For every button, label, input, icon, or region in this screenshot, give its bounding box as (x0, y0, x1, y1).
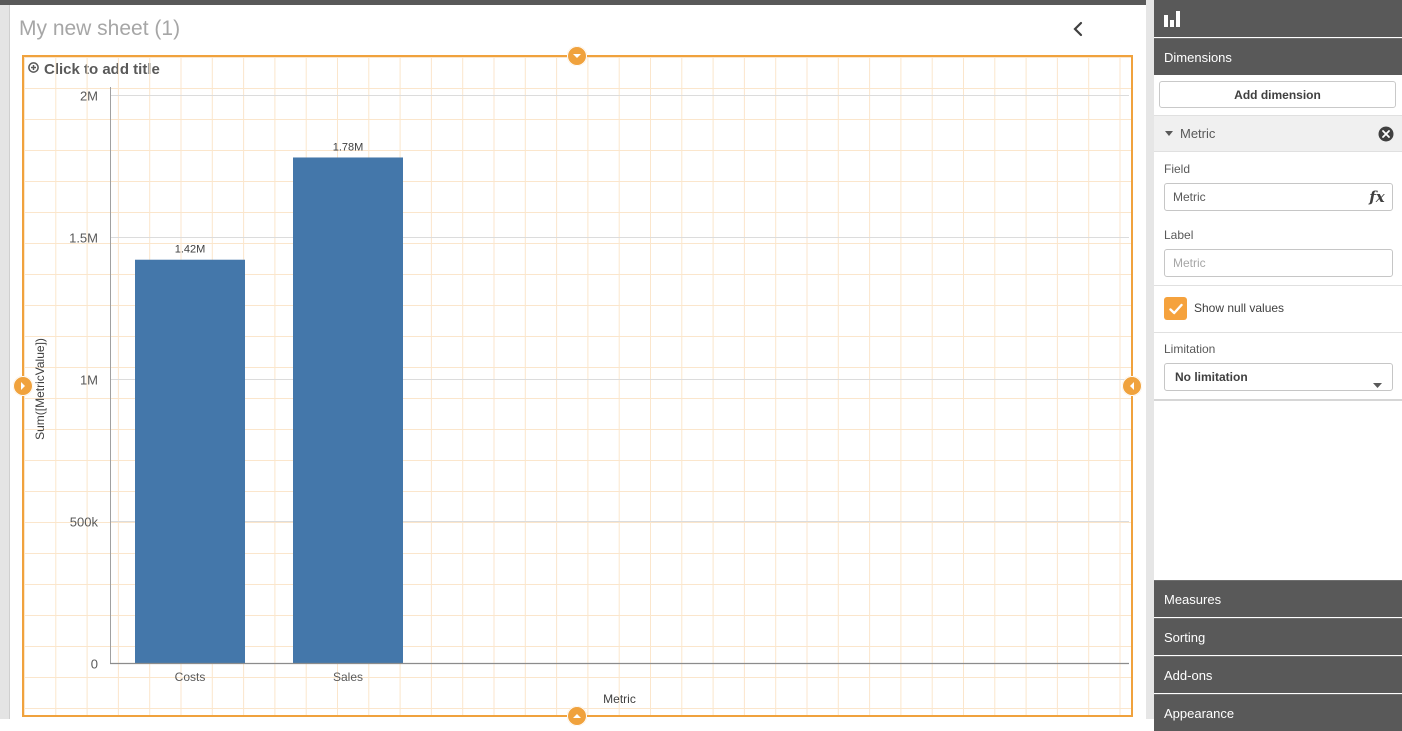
bar-chart: 1.42M 1.78M 0 500k 1M 1.5M 2M Costs Sales Sum(… (24, 57, 1131, 715)
panel-empty-area (1154, 401, 1402, 580)
divider (1154, 285, 1402, 286)
resize-handle-top[interactable] (567, 46, 587, 66)
label-input[interactable] (1164, 249, 1393, 277)
caret-down-icon (573, 54, 581, 58)
field-label: Field (1164, 162, 1191, 176)
y-tick-label: 1.5M (69, 231, 98, 246)
show-null-values-checkbox[interactable] (1164, 297, 1187, 320)
y-tick-label: 0 (91, 657, 98, 672)
chart-bars (135, 157, 403, 663)
dimension-item-label: Metric (1180, 126, 1216, 141)
show-null-values-label: Show null values (1194, 301, 1285, 315)
properties-panel: Dimensions Add dimension Metric Field fx… (1154, 0, 1402, 731)
y-axis-title: Sum([MetricValue]) (33, 338, 47, 440)
limitation-label: Limitation (1164, 342, 1216, 356)
panel-header (1154, 0, 1402, 37)
bar-value-label: 1.42M (175, 244, 206, 256)
y-tick-label: 2M (80, 89, 98, 104)
section-measures[interactable]: Measures (1154, 580, 1402, 617)
section-addons[interactable]: Add-ons (1154, 656, 1402, 693)
limitation-value: No limitation (1175, 370, 1248, 384)
label-label: Label (1164, 228, 1194, 242)
bar-value-label: 1.78M (333, 141, 364, 153)
resize-handle-right[interactable] (1122, 376, 1142, 396)
divider (1154, 332, 1402, 333)
fx-icon[interactable]: fx (1364, 185, 1390, 209)
bar-chart-icon[interactable] (1162, 9, 1182, 29)
chart-bar (135, 259, 245, 663)
caret-down-icon (1373, 375, 1382, 393)
caret-down-icon (1165, 131, 1175, 136)
canvas-right-edge (1146, 0, 1154, 719)
left-edge-strip (0, 0, 10, 719)
caret-up-icon (573, 714, 581, 718)
y-tick-label: 1M (80, 373, 98, 388)
x-tick-label: Costs (175, 670, 206, 684)
sheet-title: My new sheet (1) (19, 17, 181, 40)
chart-bar (293, 157, 403, 663)
x-tick-label: Sales (333, 670, 363, 684)
field-input[interactable] (1164, 183, 1393, 211)
y-tick-label: 500k (70, 515, 99, 530)
resize-handle-bottom[interactable] (567, 706, 587, 726)
x-axis-title: Metric (603, 692, 636, 706)
check-icon (1168, 303, 1183, 314)
add-dimension-button[interactable]: Add dimension (1159, 81, 1396, 108)
dimension-item-metric[interactable]: Metric (1154, 115, 1402, 152)
caret-right-icon (21, 382, 25, 390)
close-circle-icon[interactable] (1378, 126, 1394, 142)
section-appearance[interactable]: Appearance (1154, 694, 1402, 731)
chevron-left-icon[interactable] (1066, 17, 1090, 41)
caret-left-icon (1130, 382, 1134, 390)
limitation-select[interactable]: No limitation (1164, 363, 1393, 391)
section-dimensions[interactable]: Dimensions (1154, 38, 1402, 75)
section-sorting[interactable]: Sorting (1154, 618, 1402, 655)
resize-handle-left[interactable] (13, 376, 33, 396)
